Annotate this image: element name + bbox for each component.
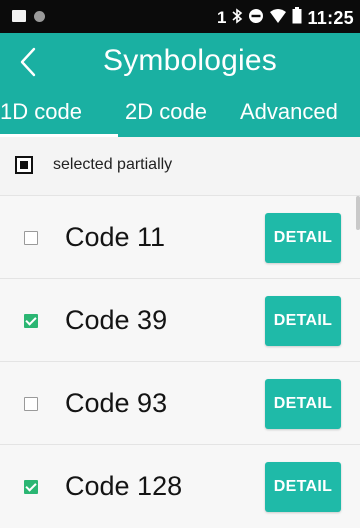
app-bar: Symbologies — [0, 33, 360, 90]
do-not-disturb-icon — [248, 8, 264, 29]
tab-2d-code[interactable]: 2D code — [125, 99, 207, 125]
checkbox[interactable] — [24, 314, 38, 328]
page-title: Symbologies — [103, 44, 277, 77]
list-item: Code 39 DETAIL — [0, 278, 360, 362]
bluetooth-icon — [231, 7, 243, 29]
sim-label: 1 — [216, 8, 227, 27]
wifi-icon — [269, 8, 287, 29]
list-item: Code 93 DETAIL — [0, 361, 360, 445]
checkbox[interactable] — [24, 397, 38, 411]
tab-advanced[interactable]: Advanced — [240, 99, 338, 125]
battery-icon — [292, 7, 302, 29]
checkbox[interactable] — [24, 480, 38, 494]
checkbox[interactable] — [24, 231, 38, 245]
detail-button[interactable]: DETAIL — [265, 296, 341, 346]
symbology-name: Code 11 — [65, 222, 166, 252]
status-notifications — [12, 10, 45, 22]
status-bar: 1 11:25 — [0, 0, 360, 33]
detail-button[interactable]: DETAIL — [265, 462, 341, 512]
detail-button[interactable]: DETAIL — [265, 213, 341, 263]
symbology-name: Code 93 — [65, 388, 168, 418]
partial-label: selected partially — [53, 156, 173, 173]
scrollbar[interactable] — [356, 196, 360, 230]
partial-checkbox[interactable] — [15, 156, 33, 174]
list-item: Code 128 DETAIL — [0, 444, 360, 528]
detail-button[interactable]: DETAIL — [265, 379, 341, 429]
status-indicators: 1 11:25 — [217, 7, 354, 29]
symbology-name: Code 39 — [65, 305, 168, 335]
tab-bar: 1D code 2D code Advanced — [0, 90, 360, 137]
select-all-row[interactable]: selected partially — [0, 137, 360, 195]
tab-1d-code[interactable]: 1D code — [0, 99, 82, 125]
status-time: 11:25 — [307, 7, 354, 28]
list-item: Code 11 DETAIL — [0, 195, 360, 279]
notification-square-icon — [12, 10, 26, 22]
notification-dot-icon — [34, 10, 45, 22]
